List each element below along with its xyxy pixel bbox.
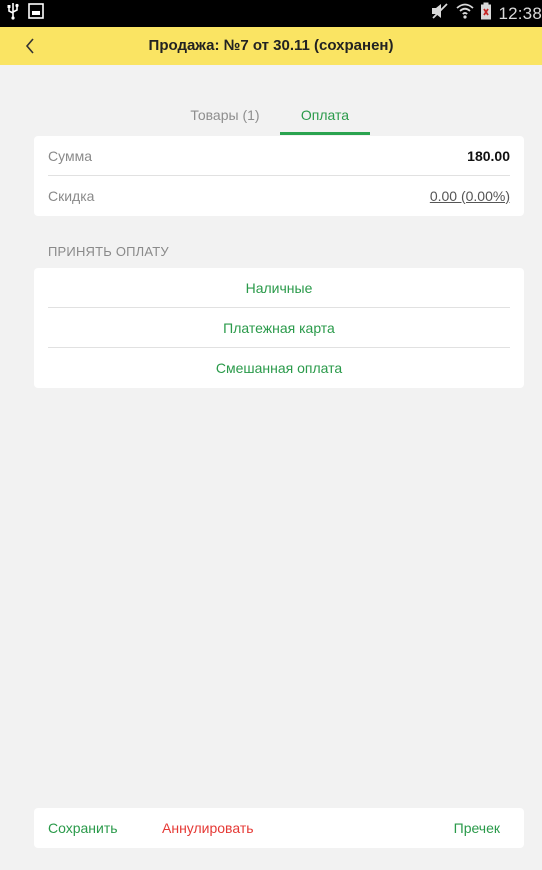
app-header: Продажа: №7 от 30.11 (сохранен) [0,27,542,65]
battery-icon [480,2,492,25]
status-time: 12:38 [498,3,542,23]
discount-label: Скидка [48,188,95,204]
pay-mixed-button[interactable]: Смешанная оплата [48,348,510,388]
payment-options-card: Наличные Платежная карта Смешанная оплат… [34,268,524,388]
active-tab-indicator [280,132,370,135]
sum-value: 180.00 [467,147,510,164]
tab-bar: Товары (1) Оплата [0,101,542,135]
precheck-button[interactable]: Пречек [454,808,500,848]
sum-row: Сумма 180.00 [48,136,510,176]
discount-value-link[interactable]: 0.00 (0.00%) [430,188,510,204]
status-right-icons: 12:38 [430,2,542,25]
totals-card: Сумма 180.00 Скидка 0.00 (0.00%) [34,136,524,216]
save-button[interactable]: Сохранить [48,808,118,848]
status-left-icons [6,3,44,24]
bottom-action-bar: Сохранить Аннулировать Пречек [34,808,524,848]
tab-payment[interactable]: Оплата [280,101,370,135]
discount-row: Скидка 0.00 (0.00%) [48,176,510,216]
sum-label: Сумма [48,147,92,164]
status-bar: 12:38 [0,0,542,27]
pay-card-button[interactable]: Платежная карта [48,308,510,348]
gallery-icon [28,3,44,24]
wifi-icon [456,2,475,25]
tab-goods[interactable]: Товары (1) [170,101,280,135]
usb-icon [6,2,20,25]
pay-cash-button[interactable]: Наличные [48,268,510,308]
payment-section-title: ПРИНЯТЬ ОПЛАТУ [48,244,169,259]
annul-button[interactable]: Аннулировать [162,808,254,848]
mute-icon [430,2,450,25]
page-title: Продажа: №7 от 30.11 (сохранен) [148,37,394,54]
